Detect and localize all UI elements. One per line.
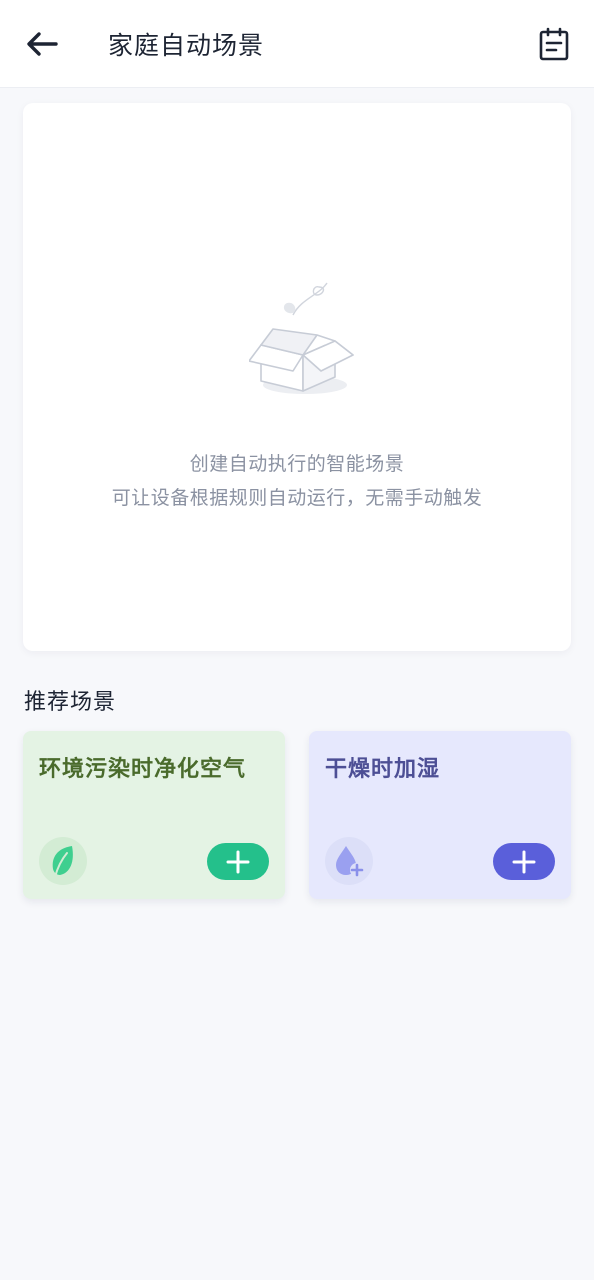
arrow-left-icon xyxy=(27,32,58,56)
empty-box-illustration xyxy=(249,282,354,394)
add-scene-button[interactable] xyxy=(493,843,555,880)
leaf-icon xyxy=(52,846,73,878)
recommend-card-purify-air[interactable]: 环境污染时净化空气 xyxy=(23,731,285,899)
recommend-card-title: 环境污染时净化空气 xyxy=(39,757,247,782)
water-drop-plus-icon xyxy=(336,846,364,877)
back-button[interactable] xyxy=(18,22,66,66)
empty-state-card: 创建自动执行的智能场景 可让设备根据规则自动运行，无需手动触发 xyxy=(23,103,571,651)
clipboard-icon xyxy=(539,27,569,61)
leaf-icon-badge xyxy=(39,837,87,885)
water-drop-icon-badge xyxy=(325,837,373,885)
recommend-card-title: 干燥时加湿 xyxy=(325,757,441,782)
plus-icon xyxy=(226,850,250,873)
empty-state-line-2: 可让设备根据规则自动运行，无需手动触发 xyxy=(111,487,483,509)
plus-icon xyxy=(512,850,536,873)
recommend-card-humidify[interactable]: 干燥时加湿 xyxy=(309,731,571,899)
recommend-section-title: 推荐场景 xyxy=(24,690,117,715)
log-button[interactable] xyxy=(532,20,576,68)
page-title: 家庭自动场景 xyxy=(108,31,265,60)
empty-state-line-1: 创建自动执行的智能场景 xyxy=(189,453,405,475)
add-scene-button[interactable] xyxy=(207,843,269,880)
app-header: 家庭自动场景 xyxy=(0,0,594,88)
page: 家庭自动场景 创建自动执行的智能场景 可让设备根据规则自动运行，无需手动触发 推… xyxy=(0,0,594,1280)
